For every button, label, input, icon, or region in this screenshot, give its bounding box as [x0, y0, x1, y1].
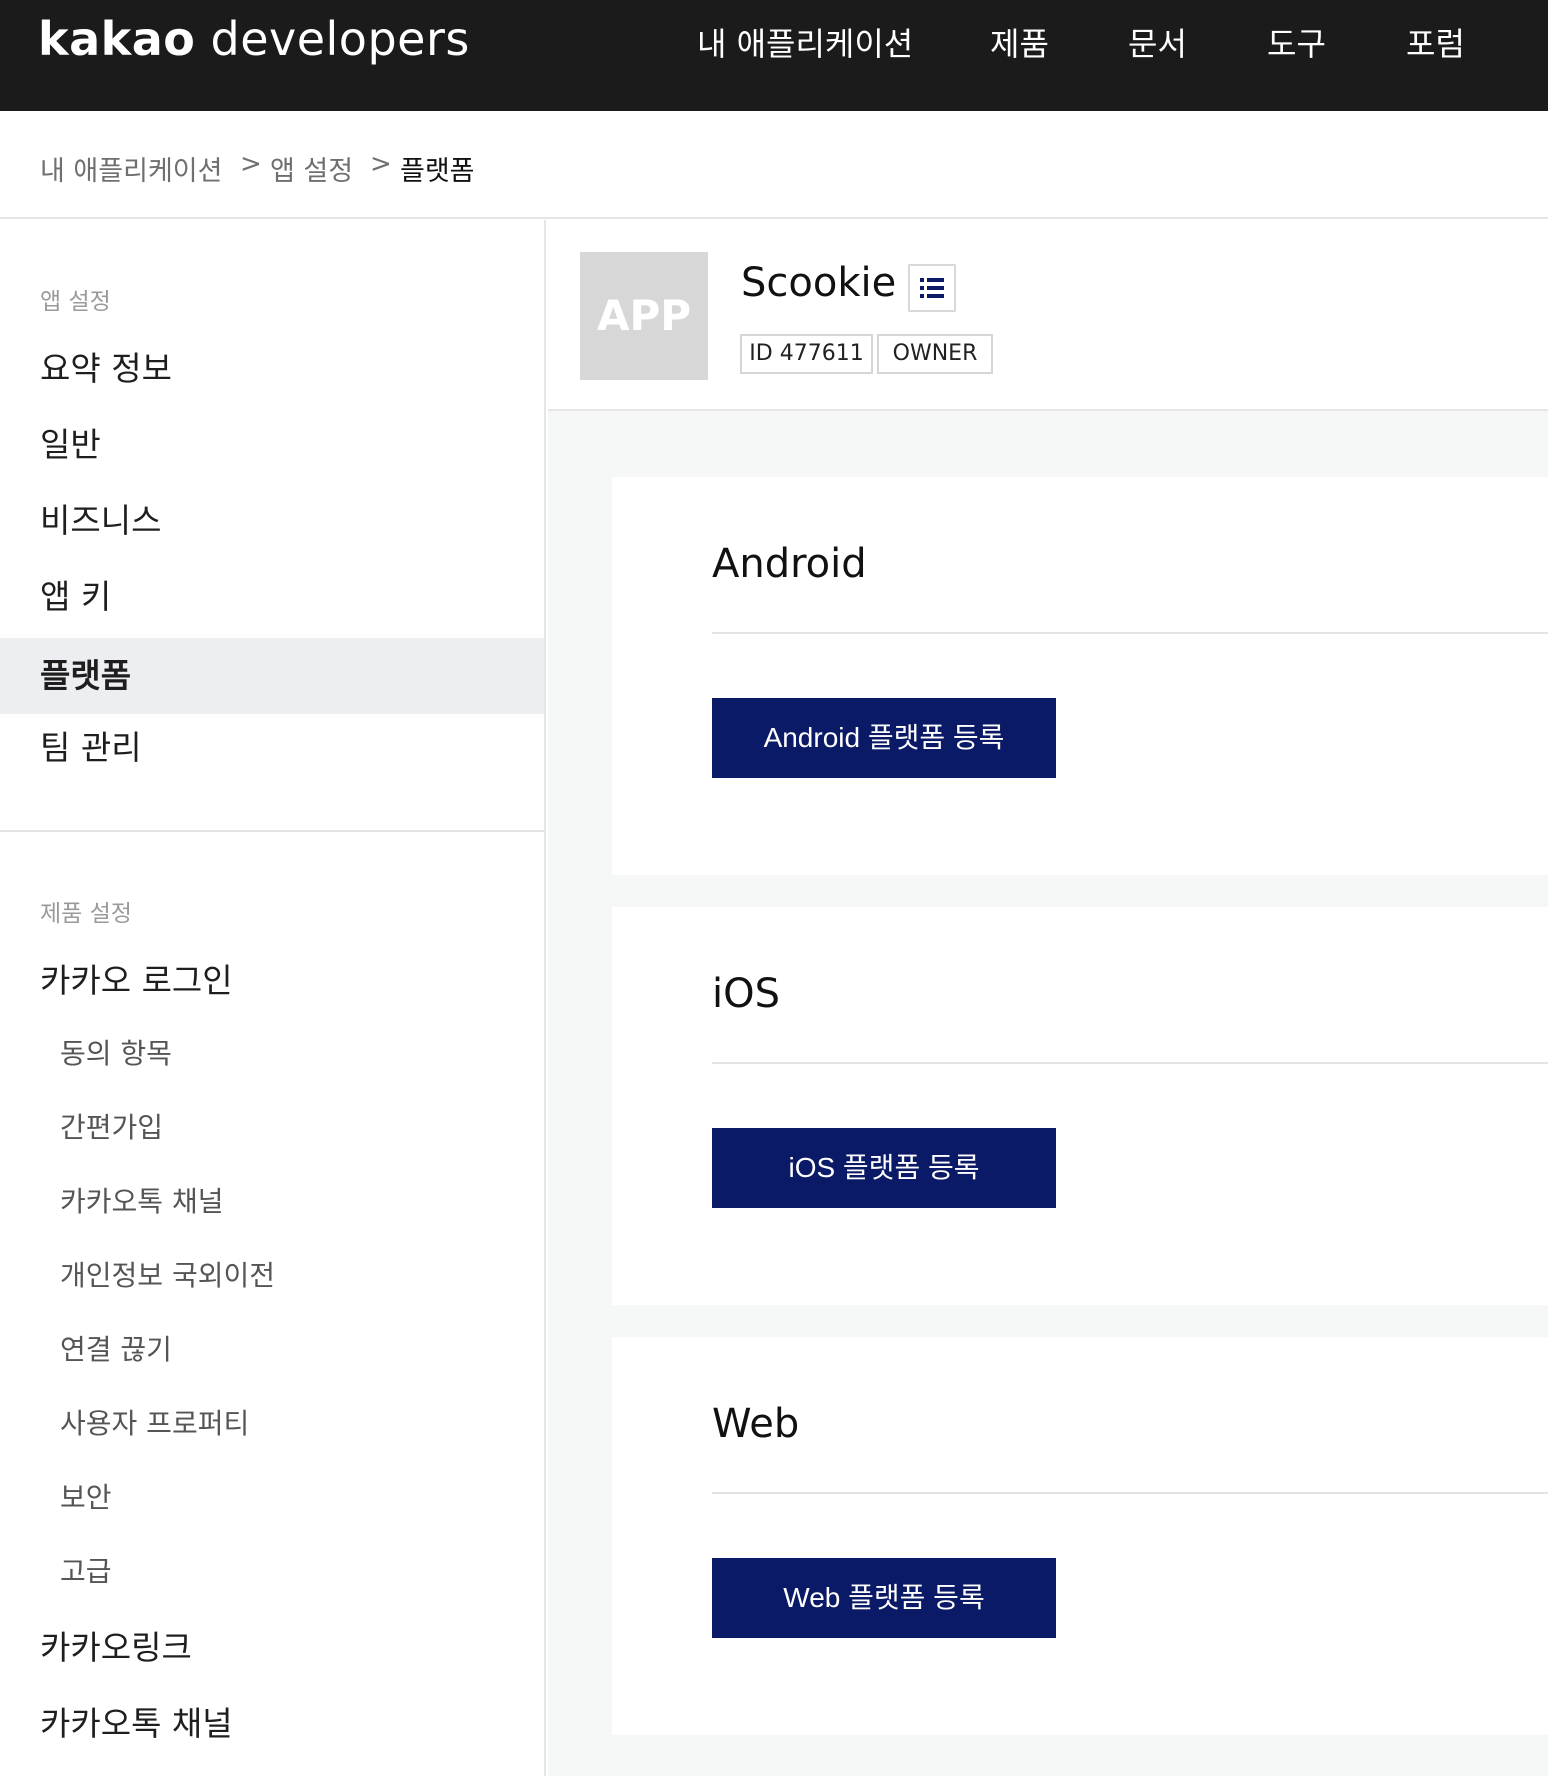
breadcrumb-separator: > — [240, 149, 262, 179]
sidebar-subitem-consent[interactable]: 동의 항목 — [0, 1024, 544, 1084]
top-navigation-bar: kakao developers 내 애플리케이션 제품 문서 도구 포럼 — [0, 0, 1548, 111]
platform-title-android: Android — [712, 541, 867, 587]
sidebar-divider — [0, 830, 544, 832]
sidebar-item-summary[interactable]: 요약 정보 — [0, 331, 544, 407]
sidebar-subitem-simple-signup[interactable]: 간편가입 — [0, 1098, 544, 1158]
sidebar-subitem-privacy-transfer[interactable]: 개인정보 국외이전 — [0, 1246, 544, 1306]
app-list-button[interactable] — [908, 264, 956, 312]
sidebar-item-app-keys[interactable]: 앱 키 — [0, 559, 544, 635]
nav-docs[interactable]: 문서 — [1128, 19, 1187, 65]
logo-brand-text: kakao — [38, 12, 196, 66]
main-content: APP Scookie ID 477611 OWNER Android Andr… — [548, 220, 1548, 1776]
platform-card-web: Web Web 플랫폼 등록 — [612, 1337, 1548, 1735]
breadcrumb-my-applications[interactable]: 내 애플리케이션 — [40, 149, 222, 188]
app-role-tag: OWNER — [877, 334, 993, 374]
platform-card-ios: iOS iOS 플랫폼 등록 — [612, 907, 1548, 1305]
platform-card-android: Android Android 플랫폼 등록 — [612, 477, 1548, 875]
sidebar: 앱 설정 요약 정보 일반 비즈니스 앱 키 플랫폼 팀 관리 제품 설정 카카… — [0, 220, 546, 1776]
card-divider — [712, 1492, 1548, 1494]
sidebar-item-kakao-talk-channel[interactable]: 카카오톡 채널 — [0, 1686, 544, 1762]
breadcrumb: 내 애플리케이션 > 앱 설정 > 플랫폼 — [0, 111, 1548, 219]
platform-title-ios: iOS — [712, 971, 780, 1017]
sidebar-item-platform[interactable]: 플랫폼 — [0, 638, 544, 714]
sidebar-item-general[interactable]: 일반 — [0, 407, 544, 483]
breadcrumb-app-settings[interactable]: 앱 설정 — [270, 149, 353, 188]
register-web-button[interactable]: Web 플랫폼 등록 — [712, 1558, 1056, 1638]
nav-products[interactable]: 제품 — [990, 19, 1049, 65]
app-id-tag: ID 477611 — [740, 334, 873, 374]
nav-forum[interactable]: 포럼 — [1406, 19, 1465, 65]
app-name: Scookie — [741, 260, 897, 306]
nav-my-applications[interactable]: 내 애플리케이션 — [697, 19, 913, 65]
sidebar-item-kakao-link[interactable]: 카카오링크 — [0, 1610, 544, 1686]
sidebar-item-business[interactable]: 비즈니스 — [0, 483, 544, 559]
sidebar-subitem-advanced[interactable]: 고급 — [0, 1542, 544, 1602]
nav-tools[interactable]: 도구 — [1267, 19, 1326, 65]
breadcrumb-separator: > — [370, 149, 392, 179]
sidebar-subitem-user-properties[interactable]: 사용자 프로퍼티 — [0, 1394, 544, 1454]
platform-title-web: Web — [712, 1401, 800, 1447]
card-divider — [712, 632, 1548, 634]
app-thumbnail: APP — [580, 252, 708, 380]
sidebar-subitem-talk-channel[interactable]: 카카오톡 채널 — [0, 1172, 544, 1232]
register-android-button[interactable]: Android 플랫폼 등록 — [712, 698, 1056, 778]
sidebar-subitem-unlink[interactable]: 연결 끊기 — [0, 1320, 544, 1380]
sidebar-section-app-settings: 앱 설정 — [40, 289, 111, 315]
sidebar-item-kakao-login[interactable]: 카카오 로그인 — [0, 943, 544, 1019]
sidebar-section-product-settings: 제품 설정 — [40, 901, 132, 927]
card-divider — [712, 1062, 1548, 1064]
kakao-developers-logo[interactable]: kakao developers — [38, 12, 470, 66]
breadcrumb-current-platform: 플랫폼 — [400, 156, 475, 187]
app-header: APP Scookie ID 477611 OWNER — [548, 220, 1548, 411]
sidebar-item-team[interactable]: 팀 관리 — [0, 710, 544, 786]
sidebar-subitem-security[interactable]: 보안 — [0, 1468, 544, 1528]
register-ios-button[interactable]: iOS 플랫폼 등록 — [712, 1128, 1056, 1208]
logo-suffix-text: developers — [195, 12, 470, 66]
